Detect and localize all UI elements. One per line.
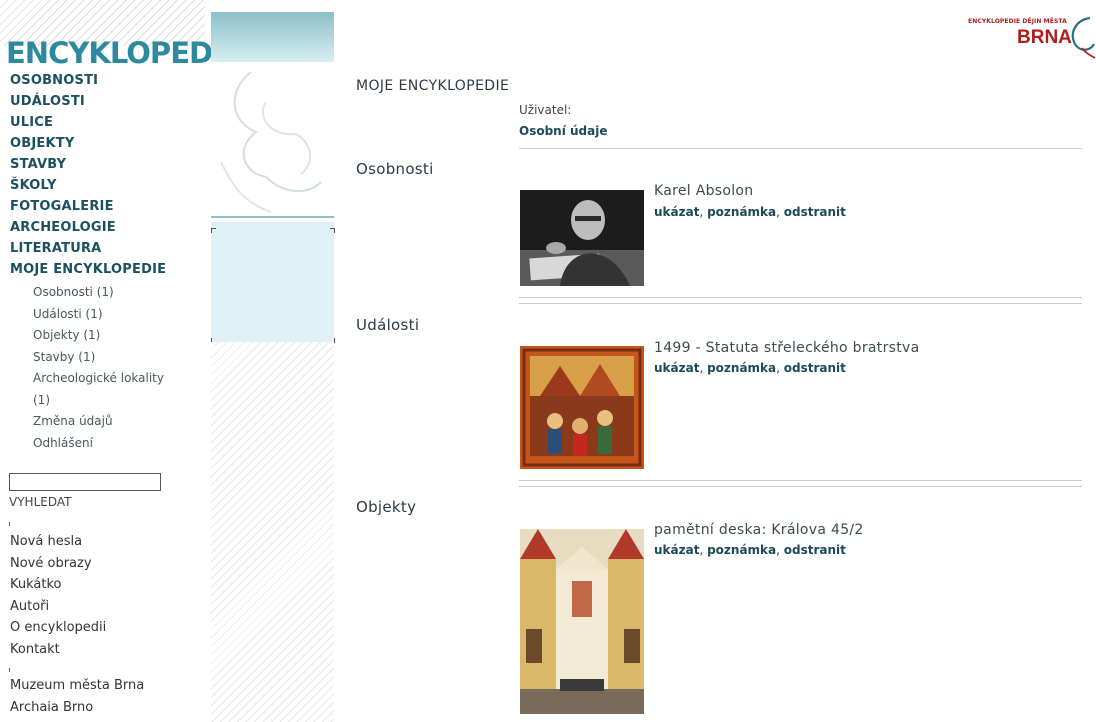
my-encyclopedia-submenu: Osobnosti (1) Události (1) Objekty (1) S… (33, 282, 164, 454)
secondary-links: Nová hesla Nové obrazy Kukátko Autoři O … (10, 531, 106, 660)
item-title[interactable]: Karel Absolon (654, 183, 753, 199)
separator: , (699, 543, 708, 557)
separator: , (776, 205, 784, 219)
separator: , (776, 543, 784, 557)
search-input[interactable] (9, 473, 161, 491)
item-thumbnail-pametni-deska[interactable] (520, 529, 644, 714)
section-title-udalosti: Události (356, 316, 420, 334)
note-link[interactable]: poznámka (707, 205, 776, 219)
search-button[interactable]: VYHLEDAT (9, 495, 71, 509)
link-nova-hesla[interactable]: Nová hesla (10, 531, 106, 553)
item-title[interactable]: pamětní deska: Králova 45/2 (654, 522, 864, 538)
subnav-odhlaseni[interactable]: Odhlášení (33, 433, 164, 455)
nav-item-archeologie[interactable]: ARCHEOLOGIE (10, 217, 166, 238)
nav-item-osobnosti[interactable]: OSOBNOSTI (10, 70, 166, 91)
link-kukatko[interactable]: Kukátko (10, 574, 106, 596)
brand-subtitle: ENCYKLOPEDIE DĚJIN MĚSTA (968, 18, 1067, 25)
item-actions: ukázat, poznámka, odstranit (654, 205, 846, 219)
brand-logo[interactable]: ENCYKLOPEDIE DĚJIN MĚSTA BRNA (968, 16, 1096, 60)
divider-tick (9, 522, 10, 526)
remove-link[interactable]: odstranit (784, 205, 846, 219)
link-muzeum-mesta-brna[interactable]: Muzeum města Brna (10, 675, 144, 697)
nav-item-udalosti[interactable]: UDÁLOSTI (10, 91, 166, 112)
subnav-archeologicke-lokality-count[interactable]: (1) (33, 390, 164, 412)
note-link[interactable]: poznámka (707, 361, 776, 375)
show-link[interactable]: ukázat (654, 205, 699, 219)
nav-item-literatura[interactable]: LITERATURA (10, 238, 166, 259)
divider (519, 480, 1082, 481)
link-archaia-brno[interactable]: Archaia Brno (10, 697, 144, 719)
site-logo[interactable]: ENCYKLOPEDIE (6, 36, 242, 70)
nav-item-ulice[interactable]: ULICE (10, 112, 166, 133)
subnav-stavby[interactable]: Stavby (1) (33, 347, 164, 369)
divider (519, 297, 1082, 298)
subnav-objekty[interactable]: Objekty (1) (33, 325, 164, 347)
link-o-encyklopedii[interactable]: O encyklopedii (10, 617, 106, 639)
corner-mark (330, 228, 335, 233)
subnav-archeologicke-lokality[interactable]: Archeologické lokality (33, 368, 164, 390)
page-title: MOJE ENCYKLOPEDIE (356, 78, 510, 94)
nav-item-objekty[interactable]: OBJEKTY (10, 133, 166, 154)
section-title-osobnosti: Osobnosti (356, 160, 434, 178)
link-nove-obrazy[interactable]: Nové obrazy (10, 553, 106, 575)
separator: , (699, 361, 708, 375)
show-link[interactable]: ukázat (654, 361, 699, 375)
subnav-zmena-udaju[interactable]: Změna údajů (33, 411, 164, 433)
divider-tick (9, 668, 10, 672)
decorative-divider (211, 216, 334, 218)
decorative-ornament (211, 62, 334, 216)
nav-item-stavby[interactable]: STAVBY (10, 154, 166, 175)
subnav-udalosti[interactable]: Události (1) (33, 304, 164, 326)
item-actions: ukázat, poznámka, odstranit (654, 361, 846, 375)
link-autori[interactable]: Autoři (10, 596, 106, 618)
divider (519, 303, 1082, 304)
divider (519, 148, 1082, 149)
item-thumbnail-statuta[interactable] (520, 346, 644, 469)
decorative-panel (211, 222, 334, 342)
item-thumbnail-karel-absolon[interactable] (520, 190, 644, 286)
divider (519, 486, 1082, 487)
separator: , (776, 361, 784, 375)
nav-item-fotogalerie[interactable]: FOTOGALERIE (10, 196, 166, 217)
nav-item-moje-encyklopedie[interactable]: MOJE ENCYKLOPEDIE (10, 259, 166, 280)
decorative-hatch (211, 342, 334, 722)
personal-data-link[interactable]: Osobní údaje (519, 124, 608, 138)
item-actions: ukázat, poznámka, odstranit (654, 543, 846, 557)
corner-mark (211, 228, 216, 233)
nav-item-skoly[interactable]: ŠKOLY (10, 175, 166, 196)
user-label: Uživatel: (519, 103, 572, 117)
separator: , (699, 205, 708, 219)
decorative-header-gradient (211, 12, 334, 62)
remove-link[interactable]: odstranit (784, 543, 846, 557)
brand-swirl-icon (1071, 16, 1096, 59)
subnav-osobnosti[interactable]: Osobnosti (1) (33, 282, 164, 304)
brand-title: BRNA (1017, 27, 1072, 48)
link-kontakt[interactable]: Kontakt (10, 639, 106, 661)
remove-link[interactable]: odstranit (784, 361, 846, 375)
section-title-objekty: Objekty (356, 498, 417, 516)
show-link[interactable]: ukázat (654, 543, 699, 557)
partner-links: Muzeum města Brna Archaia Brno (10, 675, 144, 718)
main-navigation: OSOBNOSTI UDÁLOSTI ULICE OBJEKTY STAVBY … (10, 70, 166, 280)
note-link[interactable]: poznámka (707, 543, 776, 557)
item-title[interactable]: 1499 - Statuta střeleckého bratrstva (654, 340, 920, 356)
